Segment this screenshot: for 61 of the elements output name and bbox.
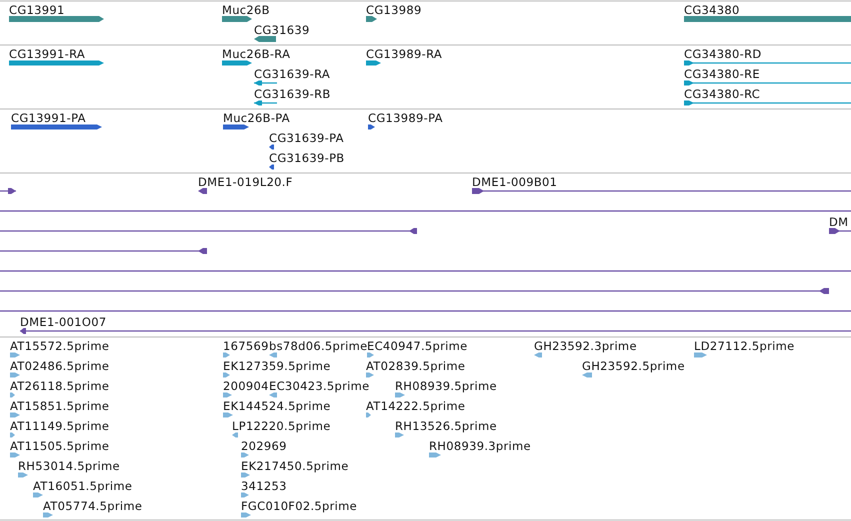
feature-arrow[interactable] [269,144,274,150]
feature-label: EK127359.5prime [223,359,331,373]
feature-label: AT11149.5prime [10,419,110,433]
feature-label: FGC010F02.5prime [241,499,358,513]
feature-label: RH13526.5prime [395,419,497,433]
feature-arrow[interactable] [366,60,381,66]
feature-label: 202969 [241,439,287,453]
feature-label: AT15851.5prime [10,399,110,413]
feature-label: CG31639-RA [254,67,330,81]
feature-arrow[interactable] [254,36,276,42]
feature-label: DME1-001O07 [20,315,106,329]
feature-arrow[interactable] [198,188,207,194]
feature-label: AT14222.5prime [366,399,466,413]
feature-label: CG13989-RA [366,47,442,61]
feature-label: EC30423.5prime [269,379,370,393]
feature-label: DM [829,215,848,229]
feature-label: CG31639-PB [269,151,344,165]
feature-label: AT26118.5prime [10,379,110,393]
feature-label: DME1-019L20.F [198,175,293,189]
feature-label: EC40947.5prime [367,339,468,353]
feature-arrow[interactable] [223,124,249,130]
feature-label: Muc26B [222,3,270,17]
feature-label: Muc26B-RA [222,47,290,61]
feature-label: CG13991-RA [9,47,86,61]
feature-label: CG34380 [684,3,740,17]
feature-label: DME1-009B01 [472,175,558,189]
feature-label: LP12220.5prime [232,419,331,433]
feature-label: CG31639 [254,23,310,37]
feature-arrow[interactable] [368,124,375,130]
feature-label: bs78d06.5prime [269,339,368,353]
feature-label: CG13991 [9,3,65,17]
feature-label: CG34380-RD [684,47,762,61]
feature-label: CG34380-RE [684,67,760,81]
feature-label: AT05774.5prime [43,499,142,513]
feature-label: 341253 [241,479,287,493]
feature-label: AT15572.5prime [10,339,110,353]
feature-label: AT11505.5prime [10,439,110,453]
feature-label: Muc26B-PA [223,111,290,125]
feature-arrow[interactable] [366,16,377,22]
feature-label: EK217450.5prime [241,459,349,473]
feature-label: LD27112.5prime [694,339,795,353]
feature-arrow[interactable] [269,164,274,170]
feature-label: 167569 [223,339,269,353]
feature-label: CG13989-PA [368,111,443,125]
feature-label: CG13989 [366,3,422,17]
feature-label: CG31639-PA [269,131,344,145]
feature-arrow[interactable] [222,60,252,66]
feature-label: CG31639-RB [254,87,331,101]
feature-label: CG34380-RC [684,87,760,101]
feature-label: CG13991-PA [11,111,86,125]
feature-label: GH23592.3prime [534,339,637,353]
feature-label: GH23592.5prime [582,359,685,373]
feature-label: RH08939.3prime [429,439,531,453]
feature-label: RH53014.5prime [18,459,120,473]
feature-arrow[interactable] [222,16,252,22]
feature-label: EK144524.5prime [223,399,331,413]
feature-label: AT16051.5prime [33,479,132,493]
feature-label: 200904 [223,379,269,393]
feature-label: RH08939.5prime [395,379,497,393]
feature-label: AT02839.5prime [366,359,466,373]
feature-label: AT02486.5prime [10,359,110,373]
